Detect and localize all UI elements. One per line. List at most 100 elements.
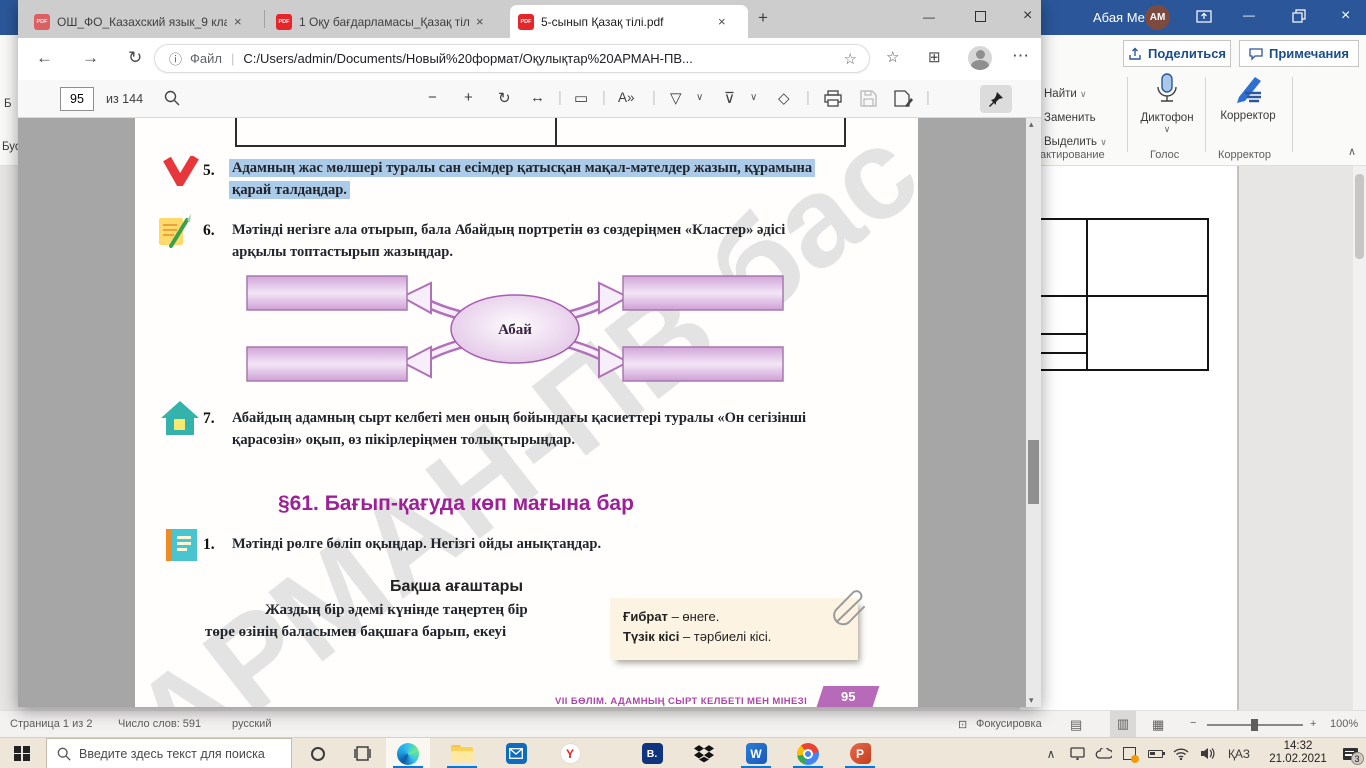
select-menu[interactable]: Выделить ∨ (1044, 136, 1107, 148)
zoom-out-button[interactable]: − (1190, 717, 1196, 729)
tray-wifi-icon[interactable] (1168, 738, 1194, 768)
pdf-scrollbar[interactable]: ▴ ▾ (1026, 118, 1041, 707)
draw-icon[interactable]: ▽ (670, 89, 682, 107)
edge-minimize-button[interactable]: — (923, 10, 935, 24)
favorites-bar-icon[interactable]: ☆ (886, 48, 899, 66)
word-restore-button[interactable] (1292, 9, 1306, 28)
edge-close-button[interactable]: × (1023, 7, 1032, 25)
focus-mode-icon[interactable]: ⊡ (958, 718, 967, 731)
back-button[interactable]: ← (36, 48, 53, 68)
page-number-input[interactable]: 95 (60, 87, 94, 111)
read-aloud-icon[interactable]: A» (618, 90, 635, 105)
taskbar-dropbox-icon[interactable] (682, 738, 726, 768)
account-avatar[interactable]: АМ (1145, 5, 1170, 30)
edge-maximize-button[interactable] (975, 11, 986, 22)
pdf-file-icon: PDF (276, 13, 292, 30)
status-language[interactable]: русский (232, 718, 271, 730)
tray-clock[interactable]: 14:32 21.02.2021 (1262, 740, 1334, 766)
tab-divider (264, 10, 265, 28)
ribbon-display-options-icon[interactable] (1196, 9, 1212, 30)
taskbar-powerpoint-icon[interactable]: P (838, 738, 882, 768)
taskbar-search-input[interactable]: Введите здесь текст для поиска (46, 738, 292, 768)
more-menu-icon[interactable]: ⋯ (1012, 46, 1029, 66)
table-border (1086, 218, 1088, 370)
profile-avatar[interactable] (968, 46, 992, 70)
draw-menu-chevron[interactable]: ∨ (696, 92, 703, 103)
start-button[interactable] (0, 738, 44, 768)
taskbar-chrome-icon[interactable] (786, 738, 830, 768)
zoom-in-button[interactable]: + (1310, 718, 1316, 730)
tray-onedrive-icon[interactable] (1090, 738, 1116, 768)
taskbar-edge-icon[interactable] (386, 738, 430, 768)
collections-icon[interactable]: ⊞ (928, 48, 941, 66)
editor-button[interactable]: Корректор (1210, 73, 1286, 122)
collapse-ribbon-button[interactable]: ∧ (1348, 145, 1356, 158)
page-view-icon[interactable]: ▭ (574, 89, 588, 107)
browser-tab[interactable]: PDF 1 Оқу бағдарламасы_Қазақ тілі × (268, 5, 506, 38)
tray-sync-icon[interactable] (1116, 738, 1142, 768)
status-word-count[interactable]: Число слов: 591 (118, 718, 201, 730)
find-menu[interactable]: Найти ∨ (1044, 88, 1087, 100)
tray-volume-icon[interactable] (1194, 738, 1220, 768)
word-minimize-button[interactable]: — (1243, 8, 1255, 22)
web-layout-button[interactable]: ▦ (1152, 717, 1164, 733)
group-label-voice: Голос (1150, 149, 1180, 161)
taskbar-mail-icon[interactable] (494, 738, 538, 768)
word-close-button[interactable]: × (1341, 7, 1350, 25)
zoom-in-icon[interactable]: + (464, 89, 473, 106)
read-mode-button[interactable]: ▤ (1070, 717, 1082, 733)
browser-tab[interactable]: PDF ОШ_ФО_Казахский язык_9 клас × (26, 5, 262, 38)
refresh-button[interactable]: ↻ (128, 48, 142, 68)
tray-show-hidden-icon[interactable]: ∧ (1038, 738, 1064, 768)
tab-close-icon[interactable]: × (234, 14, 242, 29)
forward-button[interactable]: → (82, 48, 99, 68)
scroll-up-icon[interactable]: ▴ (1029, 119, 1034, 130)
zoom-percent[interactable]: 100% (1330, 718, 1358, 730)
desktop: Абая Мечта АМ — × Б Бус Поделиться Приме… (0, 0, 1366, 768)
taskbar-explorer-icon[interactable] (440, 738, 484, 768)
pdf-search-icon[interactable] (164, 90, 180, 111)
highlight-menu-chevron[interactable]: ∨ (750, 92, 757, 103)
highlight-icon[interactable]: ⊽ (724, 89, 735, 107)
task7-number: 7. (203, 410, 215, 427)
comments-button[interactable]: Примечания (1239, 40, 1359, 67)
action-center-icon[interactable]: 3 (1334, 738, 1366, 768)
print-layout-button[interactable]: ▥ (1110, 711, 1136, 737)
replace-button[interactable]: Заменить (1044, 112, 1096, 124)
tray-cast-icon[interactable] (1064, 738, 1090, 768)
fit-width-icon[interactable]: ↔ (530, 89, 545, 106)
share-button[interactable]: Поделиться (1123, 40, 1231, 67)
pdf-scrollbar-thumb[interactable] (1028, 440, 1039, 504)
zoom-slider-thumb[interactable] (1251, 719, 1258, 731)
zoom-slider-track[interactable] (1207, 719, 1303, 731)
erase-icon[interactable]: ◇ (778, 89, 790, 107)
browser-tab-active[interactable]: PDF 5-сынып Қазақ тілі.pdf × (510, 5, 748, 38)
toolbar-separator: | (652, 89, 656, 106)
tray-battery-icon[interactable] (1142, 738, 1168, 768)
tab-title: ОШ_ФО_Казахский язык_9 клас (57, 14, 227, 29)
tray-language-indicator[interactable]: ҚАЗ (1220, 738, 1258, 768)
tab-close-icon[interactable]: × (718, 14, 726, 29)
new-tab-button[interactable]: + (758, 8, 768, 28)
status-page-info[interactable]: Страница 1 из 2 (10, 718, 92, 730)
address-bar[interactable]: ⓘ Файл | C:/Users/admin/Documents/Новый%… (154, 44, 870, 73)
zoom-out-icon[interactable]: − (428, 89, 437, 106)
rotate-icon[interactable]: ↻ (498, 89, 511, 107)
add-favorite-icon[interactable]: ☆ (844, 50, 857, 68)
pin-toolbar-button[interactable] (980, 85, 1012, 113)
task-view-button[interactable] (340, 738, 384, 768)
tab-close-icon[interactable]: × (476, 14, 484, 29)
dictate-button[interactable]: Диктофон ∨ (1132, 73, 1202, 135)
save-as-icon[interactable] (894, 90, 913, 112)
cortana-button[interactable] (296, 738, 340, 768)
site-info-icon[interactable]: ⓘ (169, 49, 182, 68)
taskbar-booking-icon[interactable]: B. (630, 738, 674, 768)
scroll-down-icon[interactable]: ▾ (1029, 695, 1034, 706)
print-icon[interactable] (824, 90, 842, 112)
word-scrollbar-thumb[interactable] (1355, 174, 1364, 259)
focus-mode-label[interactable]: Фокусировка (976, 718, 1042, 730)
taskbar-word-icon[interactable]: W (734, 738, 778, 768)
taskbar-yandex-icon[interactable]: Y (548, 738, 592, 768)
word-scrollbar[interactable] (1353, 166, 1366, 710)
task1-text: Мәтінді рөлге бөліп оқыңдар. Негізгі ойд… (232, 536, 602, 552)
